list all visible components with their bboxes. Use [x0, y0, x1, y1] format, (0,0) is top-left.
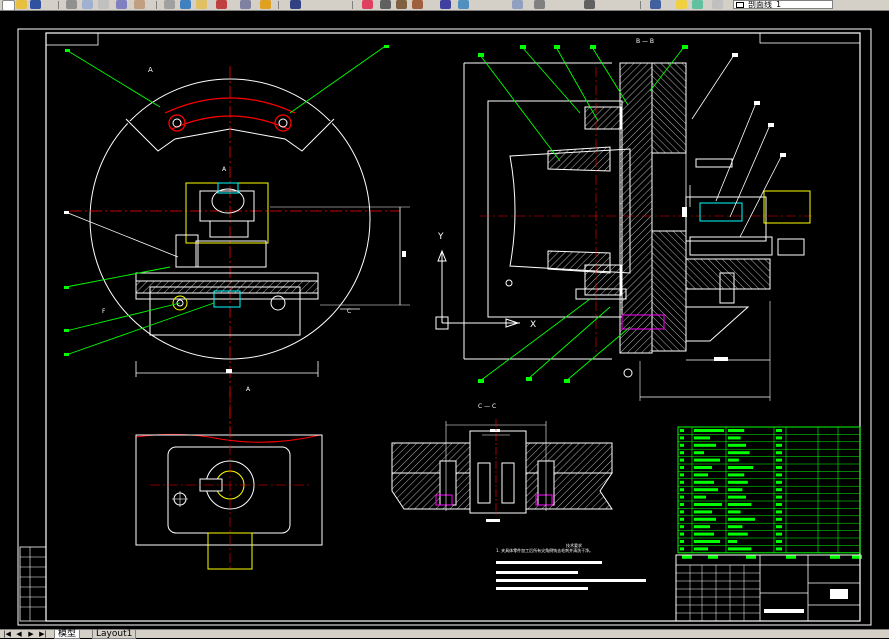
- section-label-bb: B — B: [636, 38, 654, 45]
- tab-next-arrow[interactable]: ▶: [26, 630, 36, 638]
- paste-icon[interactable]: [164, 0, 175, 9]
- svg-text:A: A: [222, 166, 227, 173]
- parts-list: [677, 426, 862, 559]
- tool-palette-icon[interactable]: [412, 0, 423, 9]
- new-icon[interactable]: [2, 0, 15, 10]
- lock-icon[interactable]: [650, 0, 661, 9]
- tab-prev-arrow[interactable]: ◀: [14, 630, 24, 638]
- svg-text:C: C: [347, 308, 351, 315]
- print-icon[interactable]: [66, 0, 77, 9]
- title-block: [675, 554, 861, 622]
- section-label-cc: C — C: [478, 403, 496, 410]
- properties-icon[interactable]: [380, 0, 391, 9]
- match-icon[interactable]: [180, 0, 191, 9]
- sun-icon[interactable]: [584, 0, 595, 9]
- layer-state-icon[interactable]: [512, 0, 523, 9]
- copy-icon[interactable]: [134, 0, 145, 9]
- undo-icon[interactable]: [196, 0, 207, 9]
- drawing-number-box: [759, 32, 861, 44]
- cad-drawing: A A A C F B — B Y X C — C 技术要求 1. 夹具体零件加…: [17, 28, 872, 626]
- svg-text:A: A: [148, 66, 153, 74]
- redo-icon[interactable]: [216, 0, 227, 9]
- ucs-x-label: X: [530, 320, 536, 330]
- svg-text:F: F: [102, 308, 106, 315]
- technical-notes: 技术要求 1. 夹具体零件加工后所有尖角倒钝去毛刺并清洗干净。: [496, 542, 646, 590]
- cut-icon[interactable]: [116, 0, 127, 9]
- layout-tab-bar: |◀ ◀ ▶ ▶| 模型 Layout1: [0, 629, 889, 639]
- section-view: B — B Y X: [435, 38, 812, 401]
- notes-line-1: 1. 夹具体零件加工后所有尖角倒钝去毛刺并清洗干净。: [496, 547, 593, 553]
- freeze-icon[interactable]: [692, 0, 703, 9]
- layer-manager-icon[interactable]: [458, 0, 469, 9]
- section-cc: C — C: [391, 403, 613, 522]
- svg-text:A: A: [246, 386, 251, 393]
- zoom-window-icon[interactable]: [290, 0, 301, 9]
- save-icon[interactable]: [30, 0, 41, 9]
- plot-icon[interactable]: [98, 0, 109, 9]
- layer-color-swatch: [736, 2, 744, 8]
- open-icon[interactable]: [16, 0, 27, 9]
- zoom-realtime-icon[interactable]: [260, 0, 271, 9]
- bulb-icon[interactable]: [534, 0, 545, 9]
- preview-icon[interactable]: [82, 0, 93, 9]
- calculator-icon[interactable]: [440, 0, 451, 9]
- zoom-previous-icon[interactable]: [362, 0, 373, 9]
- tab-last-arrow[interactable]: ▶|: [38, 630, 48, 638]
- design-center-icon[interactable]: [396, 0, 407, 9]
- standard-toolbar: 剖面线_1: [0, 0, 889, 11]
- ucs-y-label: Y: [437, 232, 444, 242]
- layer-name: 剖面线_1: [748, 0, 782, 9]
- revision-table: [19, 546, 47, 622]
- tab-first-arrow[interactable]: |◀: [2, 630, 12, 638]
- top-view: [135, 391, 323, 571]
- front-view: A A A C F: [64, 45, 410, 441]
- drawing-canvas[interactable]: A A A C F B — B Y X C — C 技术要求 1. 夹具体零件加…: [0, 11, 889, 629]
- corner-tag: [45, 32, 99, 46]
- layer-color-icon[interactable]: [712, 0, 723, 9]
- pan-icon[interactable]: [240, 0, 251, 9]
- layer-dropdown[interactable]: 剖面线_1: [733, 0, 833, 9]
- layer-icon[interactable]: [676, 0, 687, 9]
